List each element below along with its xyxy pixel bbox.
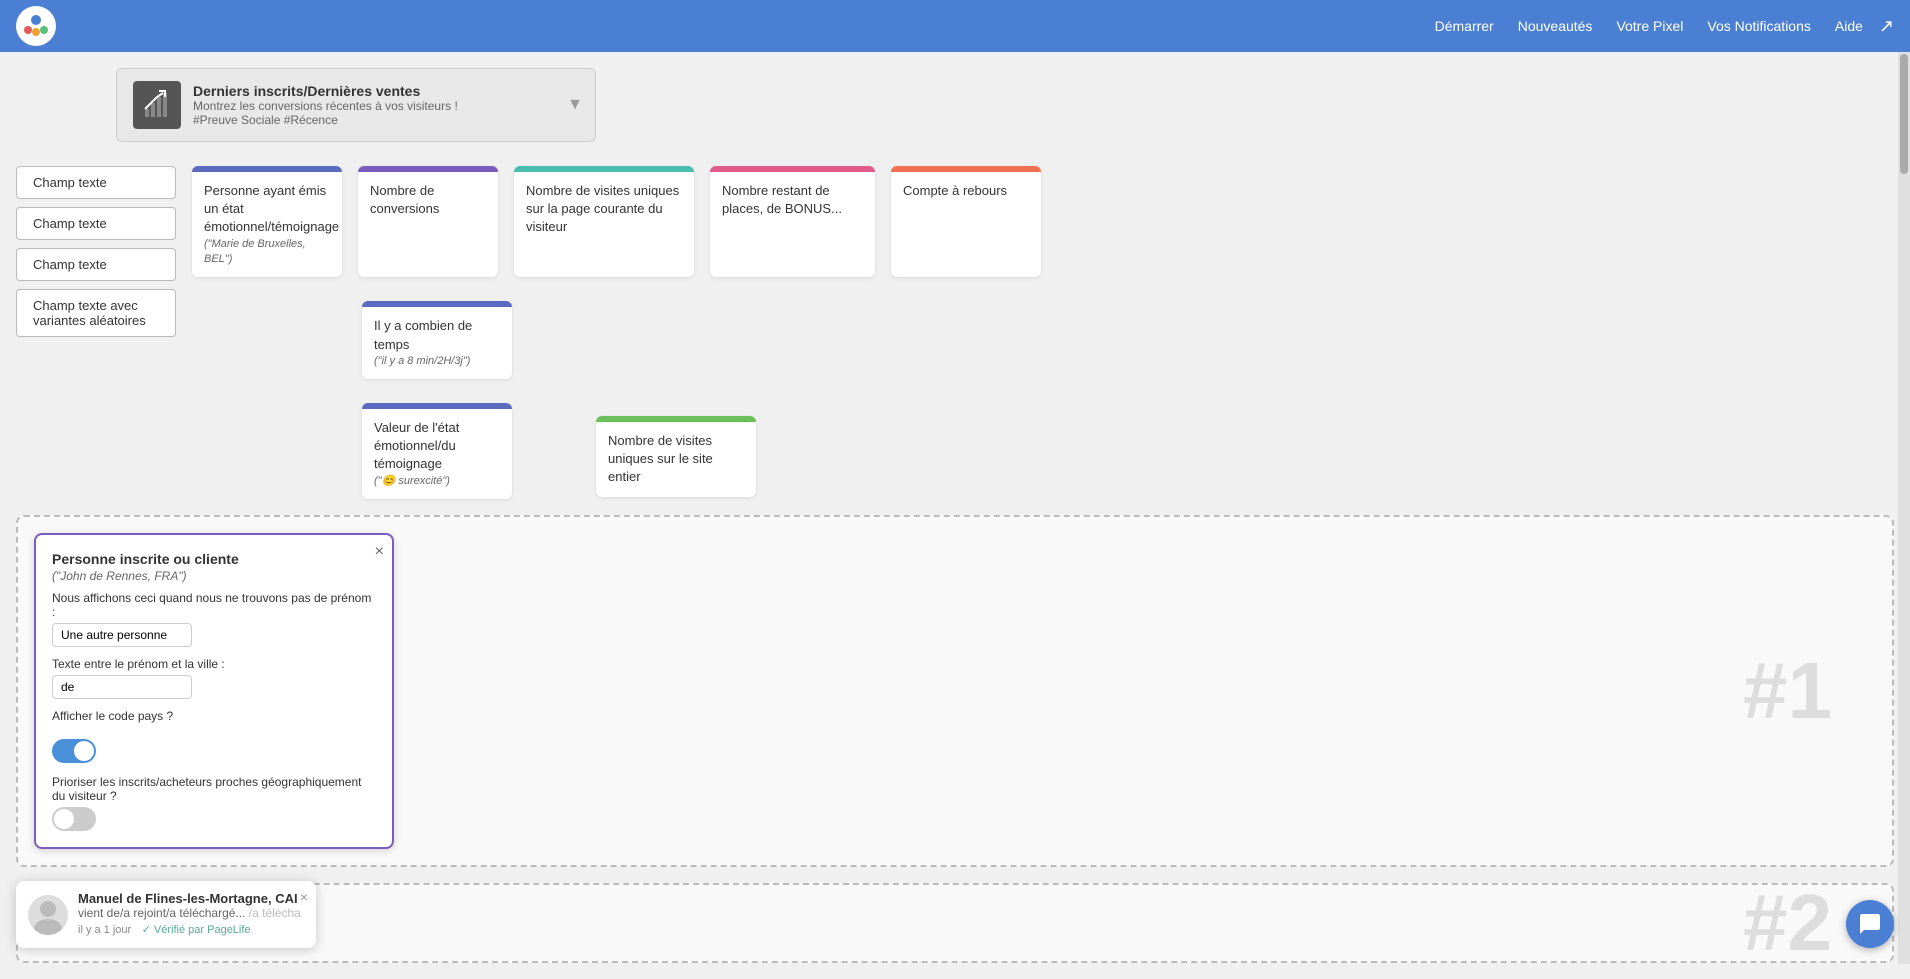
country-code-toggle[interactable] [52, 739, 96, 763]
banner-icon [133, 81, 181, 129]
colored-blocks: Personne ayant émis un état émotionnel/t… [192, 166, 1894, 499]
dashed-area-1: #1 × Personne inscrite ou cliente ("John… [16, 515, 1894, 867]
text-fields-column: Champ texte Champ texte Champ texte Cham… [16, 166, 176, 499]
toast-notification: Manuel de Flines-les-Mortagne, CAI vient… [16, 881, 316, 948]
block-remaining-places-label: Nombre restant de places, de BONUS... [722, 182, 863, 218]
popup-fallback-input[interactable] [52, 623, 192, 647]
popup-card: × Personne inscrite ou cliente ("John de… [34, 533, 394, 849]
banner-subtitle: Montrez les conversions récentes à vos v… [193, 99, 458, 113]
nav-votre-pixel[interactable]: Votre Pixel [1616, 18, 1683, 34]
export-icon[interactable]: ↗ [1879, 16, 1894, 37]
geo-toggle-knob [54, 809, 74, 829]
chat-button[interactable] [1846, 900, 1894, 948]
toast-text-block: Manuel de Flines-les-Mortagne, CAI vient… [78, 891, 304, 938]
popup-fallback-label: Nous affichons ceci quand nous ne trouvo… [52, 591, 376, 619]
popup-close-button[interactable]: × [375, 543, 384, 561]
block-emotional-person-label: Personne ayant émis un état émotionnel/t… [204, 182, 330, 237]
scrollbar-thumb[interactable] [1900, 54, 1908, 174]
popup-title: Personne inscrite ou cliente [52, 551, 376, 567]
text-field-1[interactable]: Champ texte [16, 166, 176, 199]
country-code-toggle-row: Afficher le code pays ? [52, 709, 376, 727]
banner-text: Derniers inscrits/Dernières ventes Montr… [193, 83, 458, 127]
block-conversions-label: Nombre de conversions [370, 182, 486, 218]
popup-between-label: Texte entre le prénom et la ville : [52, 657, 376, 671]
banner-arrow-icon: ▼ [567, 96, 583, 114]
popup-subtitle: ("John de Rennes, FRA") [52, 569, 376, 583]
toast-time: il y a 1 jour ✓ Vérifié par PageLife [78, 920, 304, 938]
nav-vos-notifications[interactable]: Vos Notifications [1707, 18, 1811, 34]
watermark-1: #1 [1743, 645, 1832, 737]
block-countdown-label: Compte à rebours [903, 182, 1029, 200]
banner-title: Derniers inscrits/Dernières ventes [193, 83, 458, 99]
main-content: Derniers inscrits/Dernières ventes Montr… [0, 52, 1910, 979]
block-conversions[interactable]: Nombre de conversions [358, 166, 498, 277]
block-remaining-places[interactable]: Nombre restant de places, de BONUS... [710, 166, 875, 277]
block-time-ago-label: Il y a combien de temps [374, 317, 500, 353]
block-emotional-value-subtitle: ("😊 surexcité") [374, 474, 500, 489]
geo-toggle[interactable] [52, 807, 96, 831]
scrollbar[interactable] [1898, 52, 1910, 964]
banner-card[interactable]: Derniers inscrits/Dernières ventes Montr… [116, 68, 596, 142]
block-emotional-person-subtitle: ("Marie de Bruxelles, BEL") [204, 237, 330, 268]
geo-label: Prioriser les inscrits/acheteurs proches… [52, 775, 376, 803]
text-field-2[interactable]: Champ texte [16, 207, 176, 240]
popup-between-input[interactable] [52, 675, 192, 699]
block-page-visits-label: Nombre de visites uniques sur la page co… [526, 182, 682, 237]
block-site-visits-label: Nombre de visites uniques sur le site en… [608, 432, 744, 487]
nav-nouveautes[interactable]: Nouveautés [1518, 18, 1593, 34]
app-logo[interactable] [16, 6, 56, 46]
country-code-label: Afficher le code pays ? [52, 709, 173, 723]
block-time-ago-subtitle: ("il y a 8 min/2H/3j") [374, 354, 500, 369]
toast-close-button[interactable]: × [300, 889, 308, 905]
block-countdown[interactable]: Compte à rebours [891, 166, 1041, 277]
nav-demarrer[interactable]: Démarrer [1435, 18, 1494, 34]
toast-truncated: /a télécha [249, 906, 301, 920]
watermark-2: #2 [1743, 877, 1832, 969]
block-emotional-value-label: Valeur de l'état émotionnel/du témoignag… [374, 419, 500, 474]
text-field-3[interactable]: Champ texte [16, 248, 176, 281]
app-header: Démarrer Nouveautés Votre Pixel Vos Noti… [0, 0, 1910, 52]
block-page-visits[interactable]: Nombre de visites uniques sur la page co… [514, 166, 694, 277]
block-time-ago[interactable]: Il y a combien de temps ("il y a 8 min/2… [362, 301, 512, 379]
nav-aide[interactable]: Aide [1835, 18, 1863, 34]
text-field-4[interactable]: Champ texte avec variantes aléatoires [16, 289, 176, 337]
blocks-area: Champ texte Champ texte Champ texte Cham… [16, 166, 1894, 499]
toggle-knob [74, 741, 94, 761]
toast-avatar [28, 895, 68, 935]
banner-tags: #Preuve Sociale #Récence [193, 113, 458, 127]
toast-action: vient de/a rejoint/a téléchargé... /a té… [78, 906, 304, 920]
block-emotional-value[interactable]: Valeur de l'état émotionnel/du témoignag… [362, 403, 512, 499]
block-site-visits[interactable]: Nombre de visites uniques sur le site en… [596, 416, 756, 497]
main-nav: Démarrer Nouveautés Votre Pixel Vos Noti… [1435, 18, 1863, 34]
block-emotional-person[interactable]: Personne ayant émis un état émotionnel/t… [192, 166, 342, 277]
toast-name: Manuel de Flines-les-Mortagne, CAI [78, 891, 304, 906]
